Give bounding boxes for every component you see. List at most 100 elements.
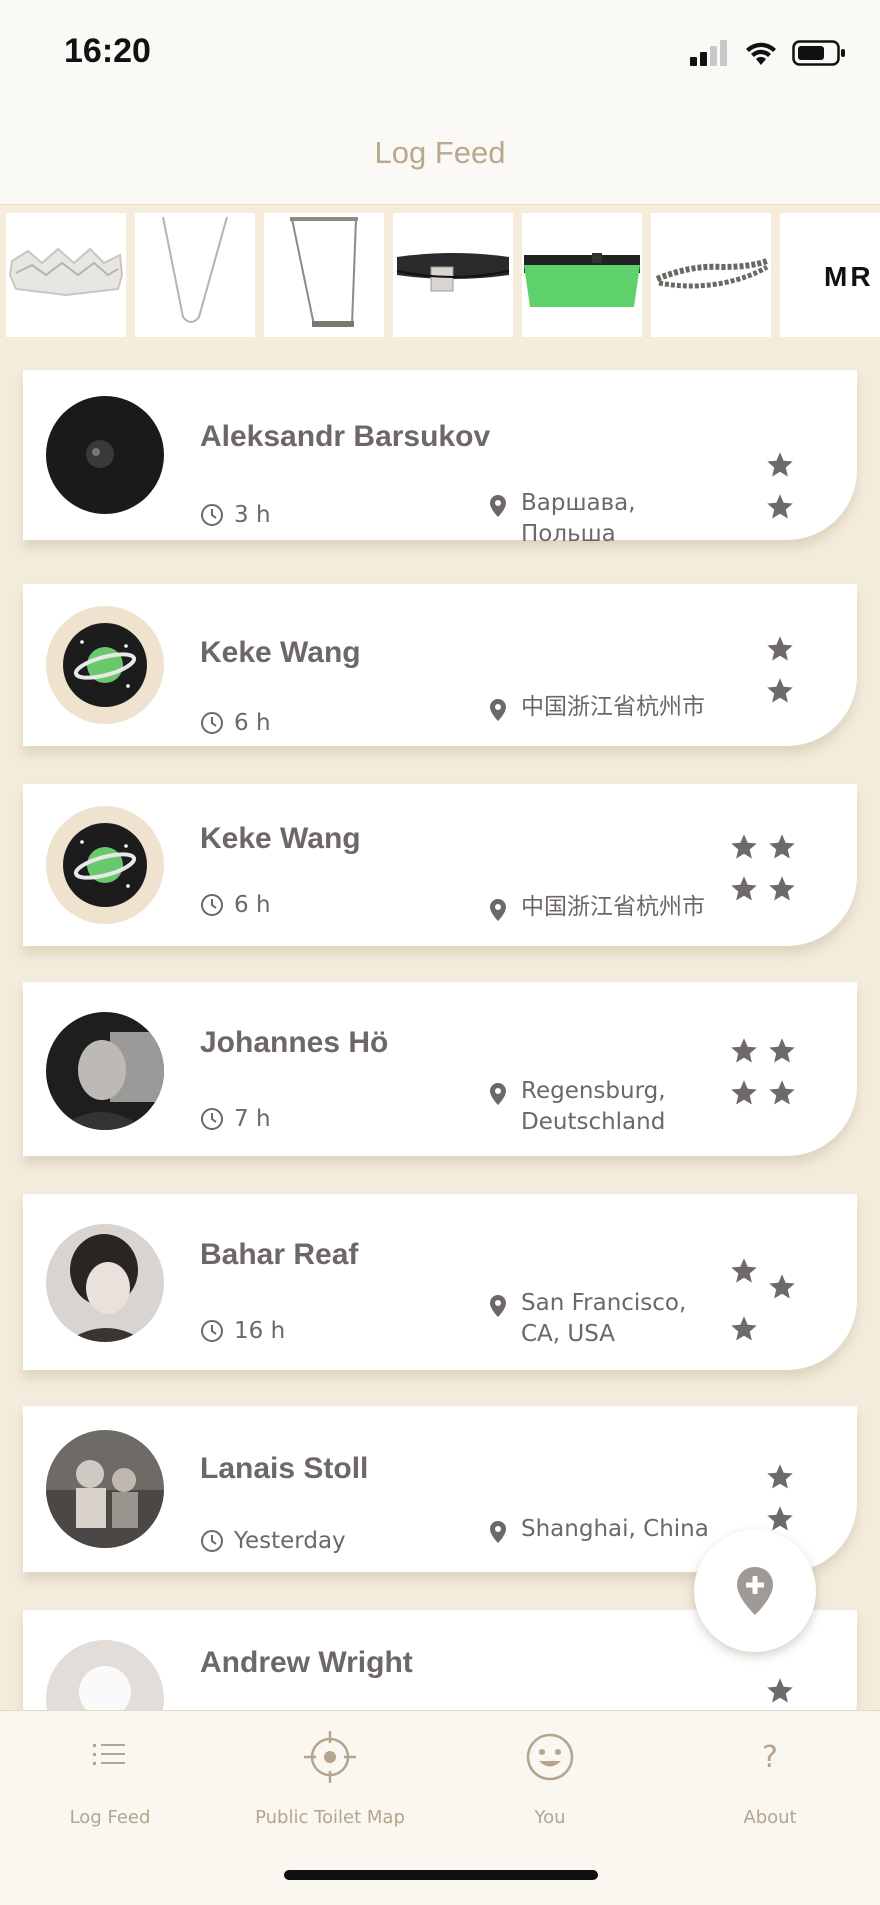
avatar[interactable] (46, 1012, 164, 1130)
rating-stars (729, 1256, 797, 1350)
log-card[interactable]: Keke Wang 6 h 中国浙江省杭州市 (23, 784, 857, 946)
product-ring[interactable] (6, 213, 126, 337)
rating-stars (729, 832, 797, 910)
log-card[interactable]: Keke Wang 6 h 中国浙江省杭州市 (23, 584, 857, 746)
tab-label: Log Feed (69, 1807, 151, 1828)
location-row: Shanghai, China (489, 1514, 709, 1545)
user-name[interactable]: Bahar Reaf (200, 1238, 358, 1272)
tab-you[interactable]: You (440, 1729, 660, 1828)
location-pin-icon (490, 699, 506, 721)
location-row: Варшава, Польша (489, 488, 636, 550)
time-row: 7 h (200, 1106, 271, 1132)
tab-public-toilet-map[interactable]: Public Toilet Map (220, 1729, 440, 1828)
time-ago: Yesterday (234, 1528, 346, 1554)
avatar[interactable] (46, 1640, 164, 1710)
home-indicator (284, 1870, 598, 1880)
time-ago: 3 h (234, 502, 271, 528)
star-icon (765, 1676, 795, 1710)
star-icon (729, 1078, 759, 1114)
tab-label: You (534, 1807, 566, 1828)
tab-label: Public Toilet Map (255, 1807, 405, 1828)
avatar[interactable] (46, 396, 164, 514)
log-feed-list[interactable]: Aleksandr Barsukov 3 h Варшава, Польша Keke… (0, 346, 880, 1710)
clock-icon (201, 1108, 223, 1130)
location-text: Варшава, Польша (521, 490, 636, 547)
location-pin-icon (490, 1295, 506, 1317)
avatar[interactable] (46, 1430, 164, 1548)
product-belt-black[interactable] (393, 213, 513, 337)
product-brand-tile[interactable]: MR (780, 213, 880, 337)
add-log-button[interactable] (694, 1530, 816, 1652)
star-icon (765, 676, 795, 712)
nav-bar: Log Feed (0, 105, 880, 205)
product-strip[interactable]: MR (0, 206, 880, 346)
star-icon (729, 1314, 759, 1350)
star-icon (729, 1256, 759, 1308)
clock-icon (201, 894, 223, 916)
smiley-icon (526, 1733, 574, 1781)
add-location-icon (737, 1567, 773, 1615)
location-text: 中国浙江省杭州市 (521, 694, 705, 720)
signal-icon (690, 40, 727, 66)
star-icon (765, 1462, 795, 1498)
star-icon (765, 492, 795, 528)
user-name[interactable]: Johannes Hö (200, 1026, 388, 1060)
green-belt-icon (524, 253, 640, 307)
star-icon (729, 832, 759, 868)
star-icon (765, 450, 795, 486)
location-row: Regensburg, Deutschland (489, 1076, 666, 1138)
location-row: San Francisco, CA, USA (489, 1288, 686, 1350)
time-row: 3 h (200, 502, 271, 528)
time-ago: 16 h (234, 1318, 286, 1344)
avatar[interactable] (46, 606, 164, 724)
star-icon (767, 874, 797, 910)
page-title: Log Feed (374, 135, 506, 170)
location-text: Regensburg, Deutschland (521, 1078, 666, 1135)
black-belt-icon (396, 253, 510, 292)
rating-stars (765, 634, 795, 712)
product-bracelet[interactable] (651, 213, 771, 337)
user-name[interactable]: Keke Wang (200, 636, 361, 670)
user-name[interactable]: Lanais Stoll (200, 1452, 368, 1486)
brand-text: MR (824, 261, 874, 292)
avatar[interactable] (46, 1224, 164, 1342)
status-icons (690, 40, 846, 66)
location-pin-icon (490, 495, 506, 517)
time-row: 6 h (200, 892, 271, 918)
star-icon (767, 1272, 797, 1308)
time-ago: 6 h (234, 710, 271, 736)
location-text: Shanghai, China (521, 1516, 709, 1542)
battery-icon (792, 40, 845, 66)
location-pin-icon (490, 899, 506, 921)
star-icon (729, 1036, 759, 1072)
chain-necklace-icon (162, 216, 228, 323)
clock-icon (201, 1320, 223, 1342)
clock-icon (201, 504, 223, 526)
product-necklace-2[interactable] (264, 213, 384, 337)
chain-bracelet-icon (655, 258, 769, 289)
star-icon (767, 1036, 797, 1072)
time-row: 6 h (200, 710, 271, 736)
time-row: 16 h (200, 1318, 285, 1344)
tab-about[interactable]: ? About (660, 1729, 880, 1829)
location-pin-icon (490, 1521, 506, 1543)
product-belt-green[interactable] (522, 213, 642, 337)
log-card[interactable]: Johannes Hö 7 h Regensburg, Deutschland (23, 982, 857, 1156)
status-time: 16:20 (64, 32, 151, 70)
user-name[interactable]: Andrew Wright (200, 1646, 413, 1680)
avatar[interactable] (46, 806, 164, 924)
clock-icon (201, 712, 223, 734)
bar-necklace-icon (290, 217, 358, 327)
log-card[interactable]: Aleksandr Barsukov 3 h Варшава, Польша (23, 370, 857, 547)
rating-stars (765, 1676, 795, 1710)
product-necklace-1[interactable] (135, 213, 255, 337)
time-row: Yesterday (200, 1528, 346, 1554)
location-row: 中国浙江省杭州市 (489, 692, 705, 723)
user-name[interactable]: Aleksandr Barsukov (200, 420, 490, 454)
rating-stars (765, 450, 795, 528)
tab-label: About (743, 1807, 797, 1828)
user-name[interactable]: Keke Wang (200, 822, 361, 856)
clock-icon (201, 1530, 223, 1552)
tab-log-feed[interactable]: Log Feed (0, 1729, 220, 1828)
log-card[interactable]: Bahar Reaf 16 h San Francisco, CA, USA (23, 1194, 857, 1370)
